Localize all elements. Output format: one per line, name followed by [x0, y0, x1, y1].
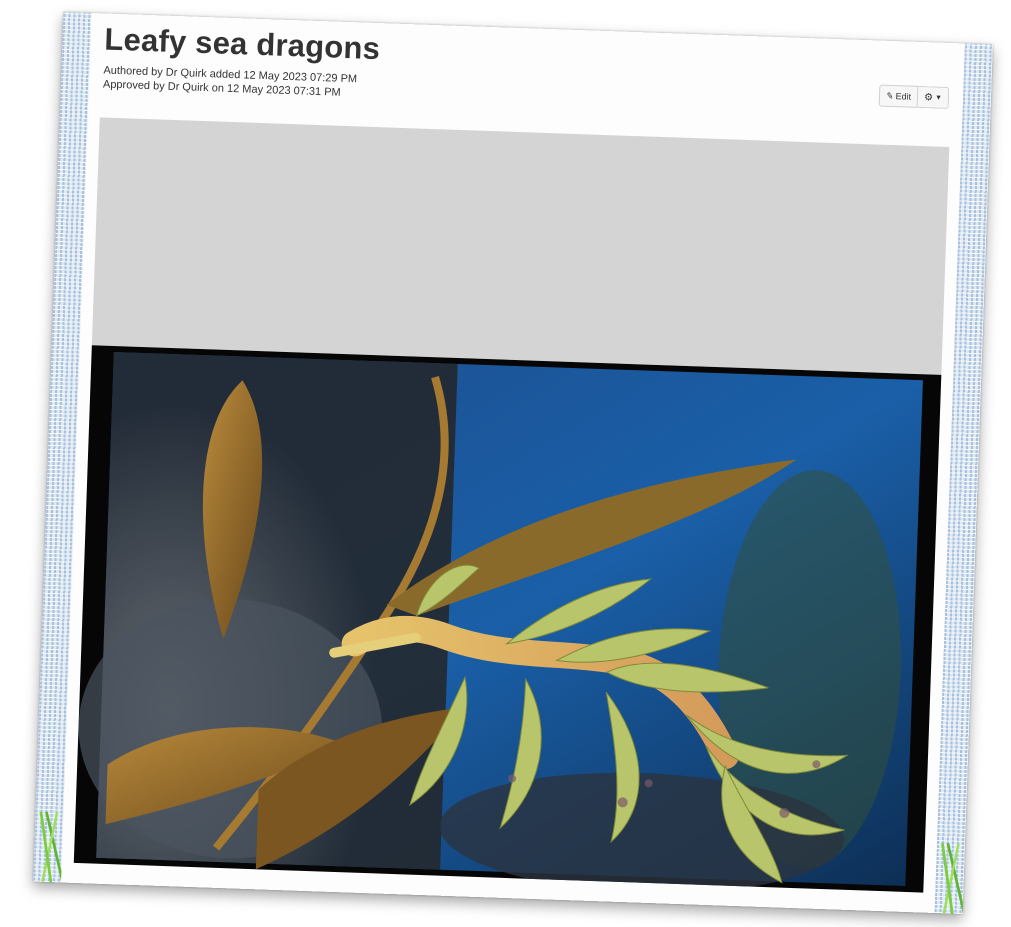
post-content: Leafy sea dragons Authored by Dr Quirk a… — [61, 13, 965, 913]
grass-decoration — [33, 811, 64, 883]
edit-button-label: Edit — [895, 91, 912, 102]
gear-icon: ⚙ — [923, 91, 934, 103]
post-header: Leafy sea dragons Authored by Dr Quirk a… — [102, 21, 950, 130]
settings-dropdown-button[interactable]: ⚙ ▼ — [917, 85, 950, 109]
pencil-icon: ✎ — [885, 89, 895, 102]
post-page: Leafy sea dragons Authored by Dr Quirk a… — [33, 12, 993, 914]
chevron-down-icon: ▼ — [934, 94, 943, 102]
post-actions: ✎ Edit ⚙ ▼ — [878, 84, 950, 109]
sea-dragon-illustration — [78, 351, 923, 893]
grass-decoration — [934, 843, 965, 914]
media-placeholder — [91, 117, 950, 375]
edit-button[interactable]: ✎ Edit — [878, 84, 919, 108]
sea-dragon-photo — [73, 345, 942, 893]
screen: Leafy sea dragons Authored by Dr Quirk a… — [0, 0, 1011, 927]
